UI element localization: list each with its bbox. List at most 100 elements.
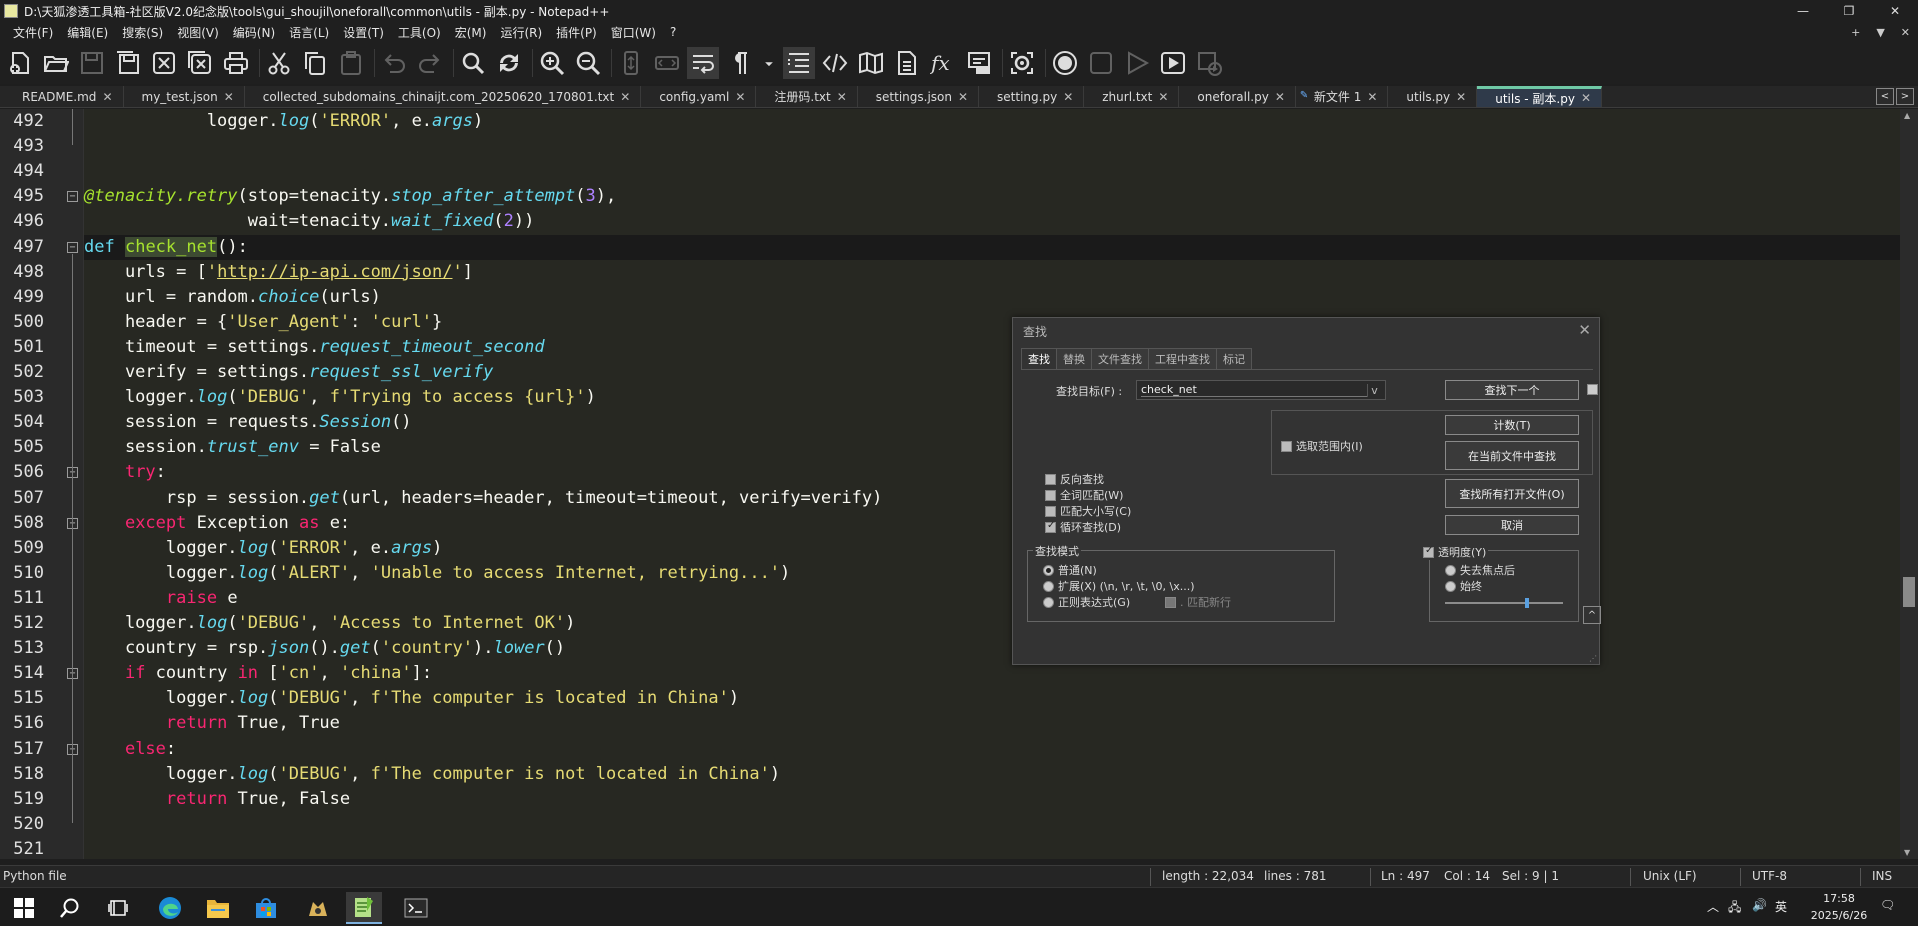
indent-guide-icon[interactable]	[759, 47, 779, 79]
tab-utils-py[interactable]: utils.py ✕	[1388, 86, 1478, 107]
code-line[interactable]: try:	[84, 460, 1900, 485]
tab-close-icon[interactable]: ✕	[958, 90, 968, 104]
menu-help[interactable]: ?	[663, 25, 683, 39]
tab-replace[interactable]: 替换	[1056, 348, 1092, 369]
tab-close-icon[interactable]: ✕	[837, 90, 847, 104]
close-doc-button[interactable]: ✕	[1893, 26, 1918, 39]
redo-icon[interactable]	[414, 47, 446, 79]
tab-scroll-left-button[interactable]: <	[1876, 88, 1894, 105]
code-line[interactable]: session.trust_env = False	[84, 435, 1900, 460]
menu-view[interactable]: 视图(V)	[170, 24, 226, 41]
transparency-checkbox[interactable]: 透明度(Y)	[1421, 544, 1489, 560]
menu-settings[interactable]: 设置(T)	[336, 24, 391, 41]
scroll-up-arrow-icon[interactable]: ▲	[1904, 111, 1910, 120]
undo-icon[interactable]	[378, 47, 410, 79]
code-line[interactable]	[84, 812, 1900, 837]
slider-knob[interactable]	[1524, 598, 1529, 608]
fold-toggle-icon[interactable]: −	[67, 241, 78, 253]
scroll-down-arrow-icon[interactable]: ▼	[1904, 848, 1910, 857]
code-line[interactable]: return True, True	[84, 711, 1900, 736]
toolbox-app-button[interactable]	[300, 892, 336, 924]
find-dialog-close-icon[interactable]: ✕	[1578, 321, 1591, 339]
code-line[interactable]: country = rsp.json().get('country').lowe…	[84, 636, 1900, 661]
transparency-on-lose-focus-radio[interactable]: 失去焦点后	[1445, 562, 1515, 578]
file-explorer-button[interactable]	[200, 892, 236, 924]
code-line[interactable]: rsp = session.get(url, headers=header, t…	[84, 486, 1900, 511]
menu-macro[interactable]: 宏(M)	[448, 24, 494, 41]
code-line[interactable]: verify = settings.request_ssl_verify	[84, 360, 1900, 385]
zoom-out-icon[interactable]	[572, 47, 604, 79]
edge-taskbar-button[interactable]	[152, 892, 188, 924]
tab-close-icon[interactable]: ✕	[1456, 90, 1466, 104]
terminal-button[interactable]	[398, 892, 434, 924]
transparency-slider[interactable]	[1445, 598, 1563, 608]
paste-icon[interactable]	[335, 47, 367, 79]
tab-setting-py[interactable]: setting.py ✕	[979, 86, 1085, 107]
code-line[interactable]: if country in ['cn', 'china']:	[84, 661, 1900, 686]
code-line[interactable]: logger.log('DEBUG', 'Access to Internet …	[84, 611, 1900, 636]
cancel-button[interactable]: 取消	[1445, 515, 1579, 535]
stop-macro-icon[interactable]	[1085, 47, 1117, 79]
menu-search[interactable]: 搜索(S)	[115, 24, 170, 41]
find-direction-toggle[interactable]	[1587, 384, 1598, 395]
code-line[interactable]: logger.log('ERROR', e.args)	[84, 109, 1900, 134]
tab-oneforall-py[interactable]: oneforall.py ✕	[1179, 86, 1296, 107]
count-button[interactable]: 计数(T)	[1445, 415, 1579, 435]
find-next-button[interactable]: 查找下一个	[1445, 380, 1579, 400]
play-macro-icon[interactable]	[1121, 47, 1153, 79]
code-line[interactable]: header = {'User_Agent': 'curl'}	[84, 310, 1900, 335]
tab-close-icon[interactable]: ✕	[224, 90, 234, 104]
wrap-around-checkbox[interactable]: 循环查找(D)	[1045, 519, 1121, 535]
menu-language[interactable]: 语言(L)	[282, 24, 336, 41]
dot-matches-newline-checkbox[interactable]: . 匹配新行	[1165, 594, 1231, 610]
mode-extended-radio[interactable]: 扩展(X) (\n, \r, \t, \0, \x...)	[1043, 578, 1195, 594]
show-hidden-icons-icon[interactable]: ︿	[1707, 898, 1719, 915]
tab-list-button[interactable]: ▼	[1868, 26, 1892, 39]
code-line[interactable]: session = requests.Session()	[84, 410, 1900, 435]
tab-mark[interactable]: 标记	[1216, 348, 1252, 369]
replace-icon[interactable]	[493, 47, 525, 79]
tab-my-test-json[interactable]: my_test.json ✕	[124, 86, 245, 107]
close-all-icon[interactable]	[184, 47, 216, 79]
menu-window[interactable]: 窗口(W)	[604, 24, 663, 41]
fold-toggle-icon[interactable]: −	[67, 191, 78, 203]
in-selection-checkbox[interactable]: 选取范围内(I)	[1281, 438, 1363, 454]
tab-collected-subdomains[interactable]: collected_subdomains_chinaijt.com_202506…	[245, 86, 642, 107]
minimize-button[interactable]: —	[1780, 0, 1826, 22]
code-line[interactable]: logger.log('ALERT', 'Unable to access In…	[84, 561, 1900, 586]
code-line[interactable]: def check_net():	[84, 234, 1900, 260]
tab-close-icon[interactable]: ✕	[1063, 90, 1073, 104]
tab-readme[interactable]: README.md ✕	[4, 86, 124, 107]
find-in-current-button[interactable]: 在当前文件中查找	[1445, 441, 1579, 470]
code-editor[interactable]: 492 logger.log('ERROR', e.args) 493 494 495…	[0, 109, 1900, 859]
document-map-icon[interactable]	[855, 47, 887, 79]
code-line[interactable]	[84, 837, 1900, 859]
tab-find-in-projects[interactable]: 工程中查找	[1148, 348, 1217, 369]
new-tab-button[interactable]: +	[1843, 26, 1868, 39]
menu-tools[interactable]: 工具(O)	[391, 24, 448, 41]
code-line[interactable]: except Exception as e:	[84, 511, 1900, 536]
code-line[interactable]: return True, False	[84, 787, 1900, 812]
code-line[interactable]: @tenacity.retry(stop=tenacity.stop_after…	[84, 184, 1900, 209]
save-icon[interactable]	[76, 47, 108, 79]
close-file-icon[interactable]	[148, 47, 180, 79]
tab-scroll-right-button[interactable]: >	[1896, 88, 1914, 105]
code-line[interactable]: url = random.choice(urls)	[84, 285, 1900, 310]
vertical-scrollbar[interactable]: ▲ ▼	[1900, 109, 1918, 859]
run-macro-multiple-icon[interactable]	[1157, 47, 1189, 79]
code-line[interactable]	[84, 159, 1900, 184]
menu-run[interactable]: 运行(R)	[493, 24, 549, 41]
find-target-combobox[interactable]: check_net v	[1136, 380, 1386, 400]
save-macro-icon[interactable]	[1193, 47, 1225, 79]
tab-close-icon[interactable]: ✕	[102, 90, 112, 104]
start-button[interactable]	[6, 892, 42, 924]
code-line[interactable]: wait=tenacity.wait_fixed(2))	[84, 209, 1900, 234]
tab-close-icon[interactable]: ✕	[735, 90, 745, 104]
monitoring-icon[interactable]	[1006, 47, 1038, 79]
code-line[interactable]: logger.log('DEBUG', f'The computer is no…	[84, 762, 1900, 787]
folder-as-workspace-icon[interactable]	[963, 47, 995, 79]
find-history-dropdown-icon[interactable]: v	[1367, 383, 1381, 397]
network-icon[interactable]: 🖧	[1728, 898, 1741, 919]
mode-regex-radio[interactable]: 正则表达式(G)	[1043, 594, 1130, 610]
tab-registration-code[interactable]: 注册码.txt ✕	[756, 86, 858, 107]
